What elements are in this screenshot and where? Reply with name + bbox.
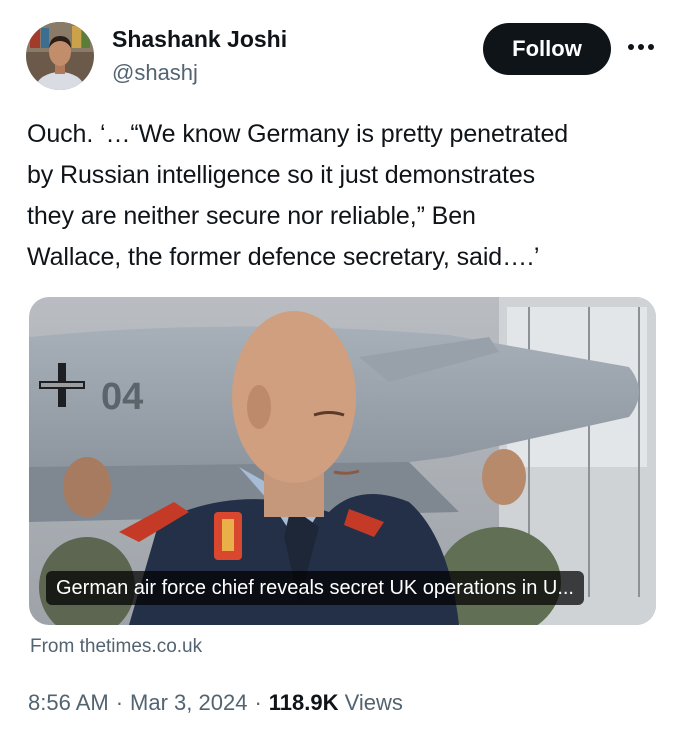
avatar[interactable] [26,22,94,90]
tweet-text-line: Wallace, the former defence secretary, s… [27,243,540,271]
tweet-text-line: they are neither secure nor reliable,” B… [27,202,476,230]
separator-dot: · [254,690,262,715]
tweet-text-line: by Russian intelligence so it just demon… [27,161,536,189]
card-headline[interactable]: German air force chief reveals secret UK… [46,571,584,605]
card-source-link[interactable]: From thetimes.co.uk [30,636,202,658]
views-label: Views [344,690,403,715]
more-horizontal-icon[interactable] [625,34,657,60]
tweet-header: Shashank Joshi @shashj Follow [26,20,666,90]
avatar-image [26,22,94,90]
author-handle[interactable]: @shashj [112,60,198,86]
tweet-time[interactable]: 8:56 AM [28,690,109,715]
tweet-text: Ouch. ‘…“We know Germany is pretty penet… [27,114,667,278]
tweet-meta: 8:56 AM · Mar 3, 2024 · 118.9K Views [28,690,403,716]
link-card[interactable]: 04 German air force chief reveals secret… [29,297,656,625]
aircraft-number: 04 [101,376,143,418]
views-count[interactable]: 118.9K [269,690,339,715]
tweet-text-line: Ouch. ‘…“We know Germany is pretty penet… [27,120,569,148]
tweet-date[interactable]: Mar 3, 2024 [130,690,247,715]
author-display-name[interactable]: Shashank Joshi [112,26,287,53]
separator-dot: · [115,690,124,715]
follow-button[interactable]: Follow [483,23,611,75]
